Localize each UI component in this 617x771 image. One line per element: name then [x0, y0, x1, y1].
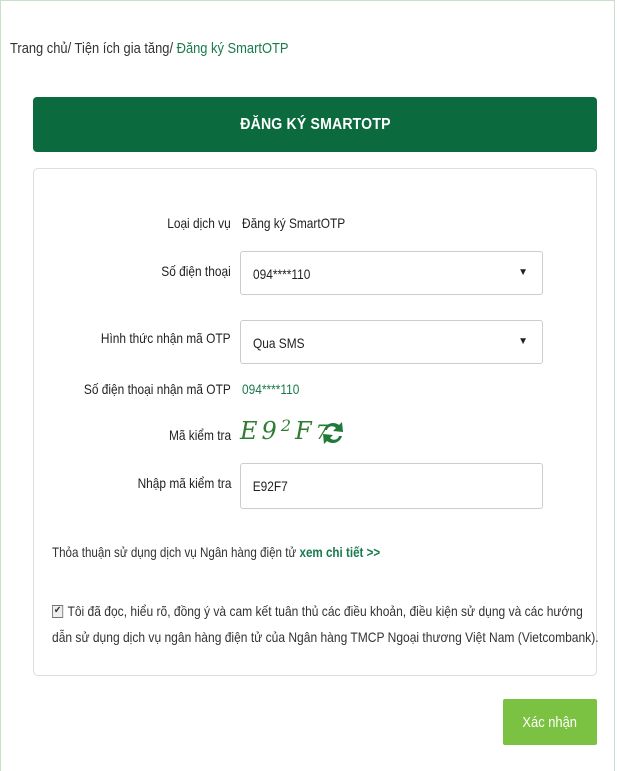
- captcha-input[interactable]: [251, 477, 425, 495]
- page-title: ĐĂNG KÝ SMARTOTP: [239, 115, 391, 133]
- page-title-bar: ĐĂNG KÝ SMARTOTP: [33, 97, 597, 152]
- agreement: ✔ Tôi đã đọc, hiểu rõ, đồng ý và cam kết …: [52, 598, 611, 650]
- captcha-label: Mã kiểm tra: [168, 427, 231, 443]
- captcha-char: 2: [280, 416, 295, 435]
- phone-label: Số điện thoại: [161, 263, 231, 279]
- confirm-button[interactable]: Xác nhận: [503, 699, 597, 745]
- otp-method-label: Hình thức nhận mã OTP: [101, 330, 231, 346]
- agreement-text-line1: Tôi đã đọc, hiểu rõ, đồng ý và cam kết t…: [67, 603, 583, 619]
- service-type-label: Loại dịch vụ: [167, 215, 231, 231]
- otp-method-select[interactable]: Qua SMS ▼: [240, 320, 543, 364]
- breadcrumb-separator: /: [169, 40, 177, 57]
- terms-text: Thỏa thuận sử dụng dịch vụ Ngân hàng điệ…: [52, 544, 297, 560]
- terms-line: Thỏa thuận sử dụng dịch vụ Ngân hàng điệ…: [52, 544, 380, 560]
- breadcrumb-home[interactable]: Trang chủ: [10, 40, 68, 57]
- phone-select[interactable]: 094****110 ▼: [240, 251, 543, 295]
- agreement-checkbox[interactable]: ✔: [52, 604, 64, 618]
- terms-detail-link[interactable]: xem chi tiết >>: [299, 544, 380, 560]
- otp-method-select-value: Qua SMS: [253, 335, 305, 351]
- breadcrumb-section[interactable]: Tiện ích gia tăng: [75, 40, 170, 57]
- captcha-char: E: [240, 417, 262, 445]
- breadcrumb-separator: /: [67, 40, 75, 57]
- captcha-image: E92F7: [240, 416, 332, 445]
- service-type-value: Đăng ký SmartOTP: [242, 215, 346, 231]
- captcha-char: F: [295, 417, 316, 445]
- otp-phone-value: 094****110: [242, 381, 300, 397]
- chevron-down-icon: ▼: [518, 267, 528, 278]
- agreement-text-line2: dẫn sử dụng dịch vụ ngân hàng điện tử củ…: [52, 629, 599, 645]
- chevron-down-icon: ▼: [518, 336, 528, 347]
- breadcrumb: Trang chủ/ Tiện ích gia tăng/ Đăng ký Sm…: [10, 40, 288, 57]
- captcha-char: 9: [261, 417, 281, 445]
- captcha-input-wrapper: [240, 463, 543, 509]
- breadcrumb-current: Đăng ký SmartOTP: [176, 40, 289, 57]
- phone-select-value: 094****110: [253, 266, 311, 282]
- refresh-icon[interactable]: [320, 418, 346, 448]
- otp-phone-label: Số điện thoại nhận mã OTP: [84, 381, 231, 397]
- confirm-button-label: Xác nhận: [522, 713, 578, 731]
- captcha-input-label: Nhập mã kiểm tra: [137, 475, 231, 491]
